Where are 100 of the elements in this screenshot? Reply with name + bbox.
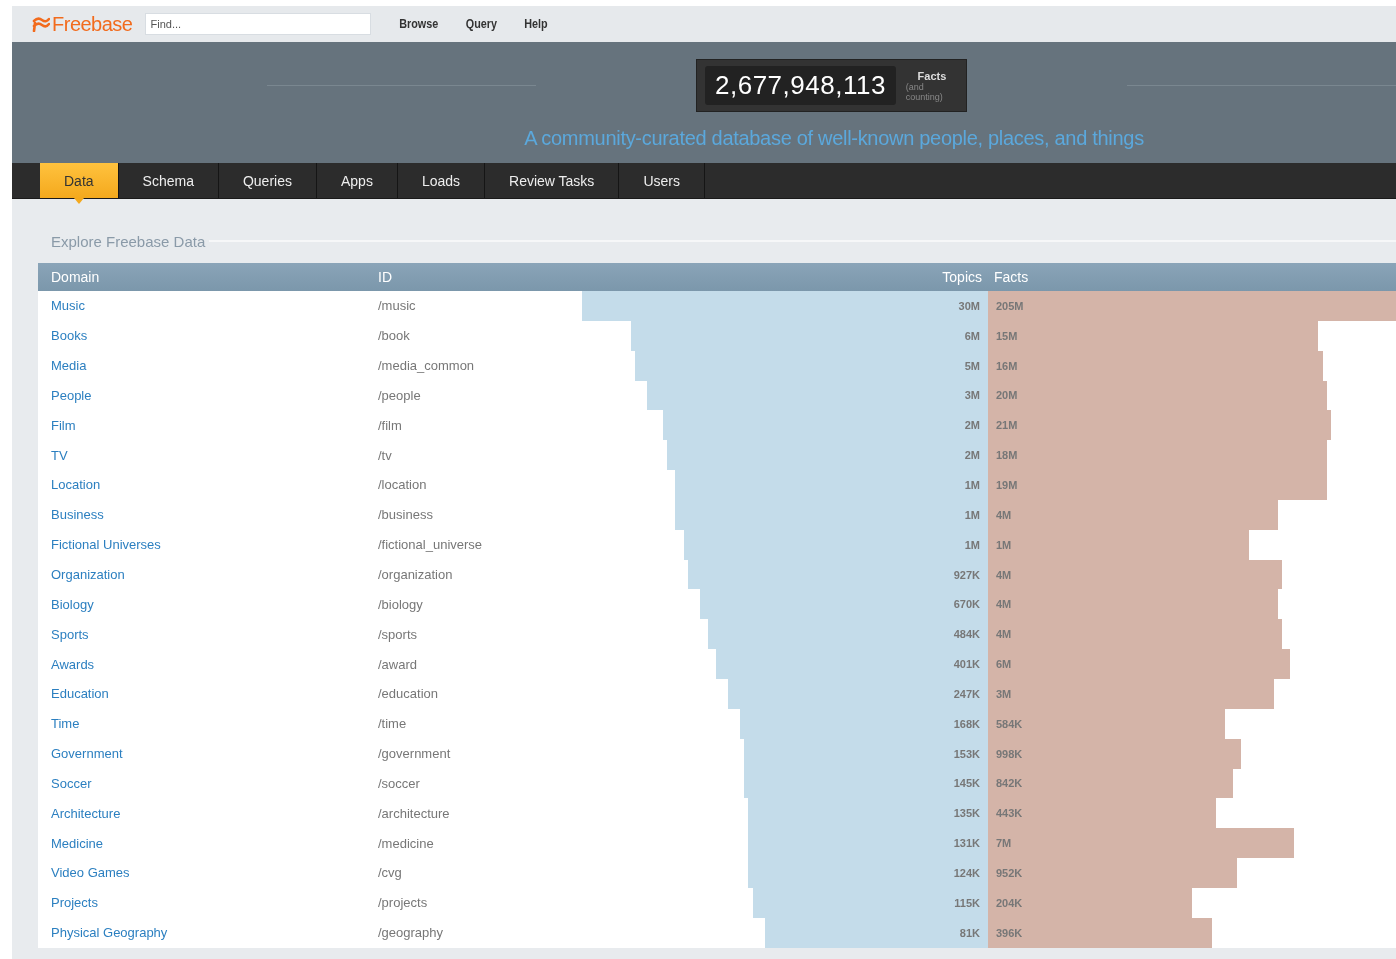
section-title: Explore Freebase Data <box>50 232 207 250</box>
topics-count: 131K <box>953 837 981 850</box>
id-cell: /location <box>378 477 427 493</box>
topics-count: 124K <box>953 866 981 879</box>
topics-count: 401K <box>953 658 981 671</box>
id-cell: /organization <box>378 567 453 582</box>
domain-link[interactable]: Organization <box>51 567 125 582</box>
domain-link[interactable]: Film <box>51 417 76 433</box>
facts-count: 7M <box>995 837 1012 850</box>
nav-tab[interactable]: Loads <box>397 163 486 198</box>
topics-count: 115K <box>954 896 981 909</box>
domain-link[interactable]: Books <box>51 328 88 344</box>
domain-link[interactable]: Video Games <box>51 865 130 881</box>
facts-count: 15M <box>995 329 1018 342</box>
domain-link[interactable]: Architecture <box>51 805 121 821</box>
topics-count: 1M <box>964 479 981 491</box>
logo-icon <box>32 16 50 32</box>
nav-tab[interactable]: Users <box>619 163 705 198</box>
column-header: Facts <box>993 269 1030 285</box>
topics-count: 145K <box>953 777 981 790</box>
facts-count: 1M <box>995 538 1012 551</box>
pointer-icon <box>74 198 85 204</box>
topics-count: 670K <box>953 598 981 611</box>
topics-count: 2M <box>964 419 981 432</box>
domain-link[interactable]: Projects <box>51 895 98 911</box>
topics-count: 135K <box>953 807 981 820</box>
facts-count: 443K <box>995 807 1023 820</box>
id-cell: /business <box>378 507 433 523</box>
column-header: Domain <box>50 269 101 285</box>
facts-count: 16M <box>995 359 1018 372</box>
id-cell: /music <box>378 298 416 314</box>
id-cell: /biology <box>378 596 423 612</box>
domain-link[interactable]: Media <box>51 358 87 374</box>
topics-count: 30M <box>958 299 981 312</box>
id-cell: /government <box>378 746 451 762</box>
id-cell: /book <box>378 328 410 344</box>
nav-link[interactable]: Query <box>465 17 497 31</box>
domain-link[interactable]: Music <box>51 298 85 314</box>
nav-tab[interactable]: Review Tasks <box>485 163 620 198</box>
domain-link[interactable]: Sports <box>51 626 89 642</box>
id-cell: /fictional_universe <box>378 537 483 553</box>
nav-link[interactable]: Browse <box>398 17 438 31</box>
id-cell: /geography <box>378 925 444 941</box>
domain-link[interactable]: Medicine <box>51 835 104 851</box>
facts-count: 584K <box>995 717 1023 730</box>
facts-counter: 2,677,948,113 <box>705 66 896 105</box>
domain-link[interactable]: Soccer <box>51 775 92 791</box>
topics-count: 3M <box>964 389 981 402</box>
id-cell: /film <box>378 417 402 433</box>
column-header: Topics <box>941 269 983 285</box>
topics-count: 81K <box>959 926 981 939</box>
id-cell: /medicine <box>378 835 434 851</box>
facts-count: 4M <box>995 598 1012 611</box>
domain-link[interactable]: Fictional Universes <box>51 537 161 553</box>
counter-note: (and counting) <box>905 81 944 102</box>
domain-link[interactable]: Biology <box>51 596 94 612</box>
facts-count: 19M <box>995 479 1018 491</box>
facts-count: 18M <box>995 449 1018 462</box>
domain-link[interactable]: Location <box>51 477 101 493</box>
domain-link[interactable]: Business <box>51 507 104 523</box>
id-cell: /soccer <box>378 775 420 791</box>
id-cell: /media_common <box>378 358 475 374</box>
id-cell: /time <box>378 716 407 732</box>
facts-count: 4M <box>995 568 1012 581</box>
domain-link[interactable]: Government <box>51 746 123 762</box>
domain-link[interactable]: Education <box>51 686 109 702</box>
facts-count: 4M <box>995 628 1012 641</box>
facts-count: 998K <box>995 747 1023 760</box>
facts-count: 21M <box>995 419 1018 432</box>
nav-tab[interactable]: Queries <box>218 163 317 198</box>
domain-link[interactable]: Physical Geography <box>51 925 168 941</box>
facts-count: 396K <box>995 926 1023 939</box>
nav-link[interactable]: Help <box>523 17 548 31</box>
facts-count: 205M <box>995 299 1024 312</box>
domain-link[interactable]: Time <box>51 716 80 732</box>
facts-count: 4M <box>995 508 1012 521</box>
domain-link[interactable]: Awards <box>51 656 95 672</box>
topics-count: 927K <box>953 568 981 581</box>
id-cell: /education <box>378 686 438 702</box>
counter-label: Facts <box>917 69 947 82</box>
facts-count: 952K <box>995 866 1023 879</box>
id-cell: /sports <box>378 626 417 642</box>
id-cell: /people <box>378 387 421 403</box>
id-cell: /tv <box>378 447 392 463</box>
domain-link[interactable]: People <box>51 387 92 403</box>
topics-count: 6M <box>964 329 981 342</box>
search-field[interactable]: Find... <box>144 13 371 35</box>
facts-count: 842K <box>995 777 1023 790</box>
id-cell: /architecture <box>378 805 450 821</box>
topics-count: 1M <box>964 538 981 551</box>
logo-text[interactable]: Freebase <box>52 12 133 36</box>
nav-tab[interactable]: Data <box>40 163 119 198</box>
id-cell: /award <box>378 656 418 672</box>
nav-tab[interactable]: Apps <box>316 163 398 198</box>
id-cell: /projects <box>378 895 428 911</box>
facts-count: 204K <box>995 896 1023 909</box>
topics-count: 5M <box>964 359 981 372</box>
facts-count: 3M <box>995 687 1012 700</box>
domain-link[interactable]: TV <box>51 447 68 463</box>
nav-tab[interactable]: Schema <box>118 163 219 198</box>
